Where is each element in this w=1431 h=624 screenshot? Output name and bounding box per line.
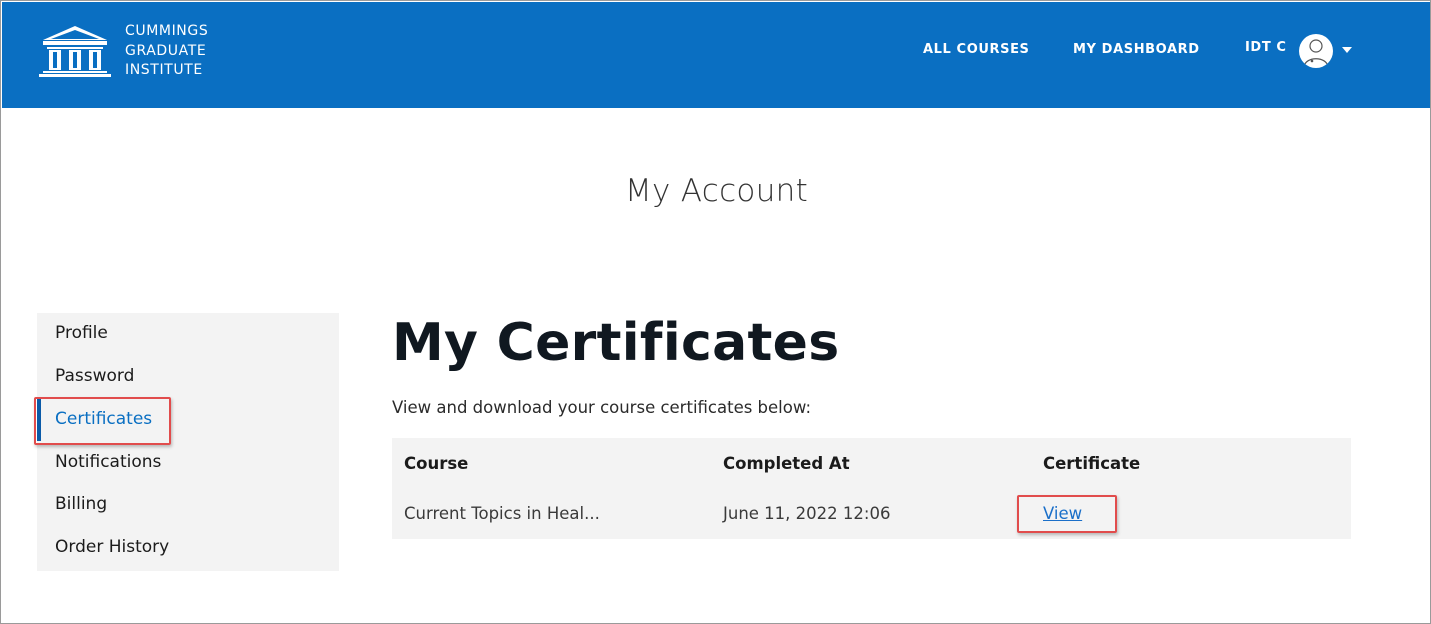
sidebar-item-order-history[interactable]: Order History: [55, 537, 169, 557]
sidebar-item-notifications[interactable]: Notifications: [55, 452, 161, 472]
page-title: My Account: [624, 173, 809, 209]
section-heading: My Certificates: [392, 313, 840, 373]
logo-wordmark: CUMMINGS GRADUATE INSTITUTE: [125, 22, 208, 81]
column-header-course: Course: [404, 454, 469, 473]
nav-all-courses[interactable]: ALL COURSES: [923, 42, 1030, 57]
section-subtitle: View and download your course certificat…: [392, 398, 812, 417]
certificates-highlight-box: [34, 397, 171, 445]
nav-user-name[interactable]: IDT C: [1245, 40, 1287, 55]
avatar-glyph: [1303, 39, 1329, 68]
logo-line-1: CUMMINGS: [125, 23, 209, 39]
columns-building-icon: [39, 26, 111, 77]
column-header-certificate: Certificate: [1043, 454, 1141, 473]
sidebar-item-billing[interactable]: Billing: [55, 494, 107, 514]
top-navigation-bar: CUMMINGS GRADUATE INSTITUTE ALL COURSES …: [2, 2, 1430, 108]
column-header-completed-at: Completed At: [723, 454, 850, 473]
site-logo[interactable]: CUMMINGS GRADUATE INSTITUTE: [37, 22, 237, 82]
cell-completed-at: June 11, 2022 12:06: [723, 504, 891, 523]
logo-line-2: GRADUATE: [125, 42, 207, 59]
caret-down-icon[interactable]: [1342, 47, 1352, 53]
cell-course: Current Topics in Heal...: [404, 504, 600, 523]
user-avatar-icon[interactable]: [1299, 34, 1333, 68]
sidebar-item-profile[interactable]: Profile: [55, 323, 108, 343]
certificates-table: Course Completed At Certificate Current …: [392, 438, 1351, 539]
browser-frame: CUMMINGS GRADUATE INSTITUTE ALL COURSES …: [0, 0, 1431, 624]
logo-line-3: INSTITUTE: [125, 62, 203, 78]
sidebar-item-password[interactable]: Password: [55, 366, 134, 386]
view-link-highlight-box: [1017, 495, 1117, 533]
nav-my-dashboard[interactable]: MY DASHBOARD: [1073, 42, 1200, 57]
